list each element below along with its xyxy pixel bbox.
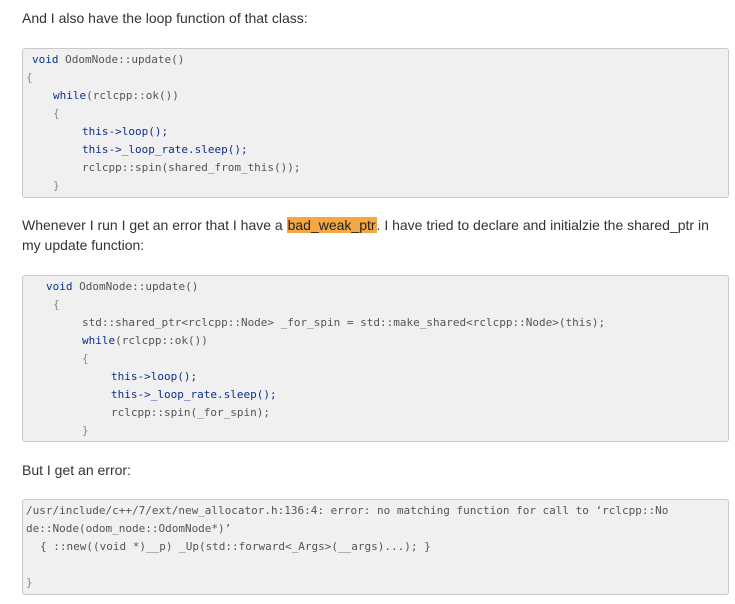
code-line: /usr/include/c++/7/ext/new_allocator.h:1… bbox=[26, 504, 669, 517]
code-line: this->_loop_rate.sleep(); bbox=[111, 388, 277, 401]
code-line: rclcpp::spin(shared_from_this()); bbox=[82, 161, 301, 174]
code-line: } bbox=[82, 424, 89, 437]
code-line: { bbox=[53, 298, 60, 311]
code-line: { bbox=[53, 107, 60, 120]
highlighted-term: bad_weak_ptr bbox=[286, 217, 377, 233]
code-text: OdomNode::update() bbox=[72, 280, 199, 293]
code-line: std::shared_ptr<rclcpp::Node> _for_spin … bbox=[82, 316, 606, 329]
code-line: { bbox=[26, 71, 33, 84]
code-line: { bbox=[82, 352, 89, 365]
code-line: } bbox=[26, 576, 33, 589]
error-description-paragraph: Whenever I run I get an error that I hav… bbox=[22, 215, 718, 255]
code-keyword: while bbox=[53, 89, 87, 102]
code-keyword: void bbox=[32, 53, 59, 66]
code-keyword: while bbox=[82, 334, 116, 347]
code-line: this->loop(); bbox=[111, 370, 198, 383]
text-before: Whenever I run I get an error that I hav… bbox=[22, 217, 287, 233]
intro-paragraph: And I also have the loop function of tha… bbox=[22, 10, 308, 26]
code-keyword: void bbox=[46, 280, 73, 293]
code-line: this->loop(); bbox=[82, 125, 169, 138]
code-line: void OdomNode::update() bbox=[32, 51, 184, 69]
code-line: } bbox=[53, 179, 60, 192]
code-block-loop: void OdomNode::update() { while(rclcpp::… bbox=[22, 48, 729, 198]
code-line: de::Node(odom_node::OdomNode*)’ bbox=[26, 522, 232, 535]
code-line: { ::new((void *)__p) _Up(std::forward<_A… bbox=[40, 540, 431, 553]
code-text: OdomNode::update() bbox=[58, 53, 185, 66]
code-line: rclcpp::spin(_for_spin); bbox=[111, 406, 270, 419]
code-line: while(rclcpp::ok()) bbox=[82, 332, 208, 350]
code-text: (rclcpp::ok()) bbox=[115, 334, 208, 347]
error-intro-paragraph: But I get an error: bbox=[22, 462, 131, 478]
code-text: (rclcpp::ok()) bbox=[86, 89, 179, 102]
code-block-update: void OdomNode::update() { std::shared_pt… bbox=[22, 275, 729, 442]
code-block-error: /usr/include/c++/7/ext/new_allocator.h:1… bbox=[22, 499, 729, 595]
code-line: void OdomNode::update() bbox=[46, 278, 198, 296]
code-line: while(rclcpp::ok()) bbox=[53, 87, 179, 105]
code-line: this->_loop_rate.sleep(); bbox=[82, 143, 248, 156]
